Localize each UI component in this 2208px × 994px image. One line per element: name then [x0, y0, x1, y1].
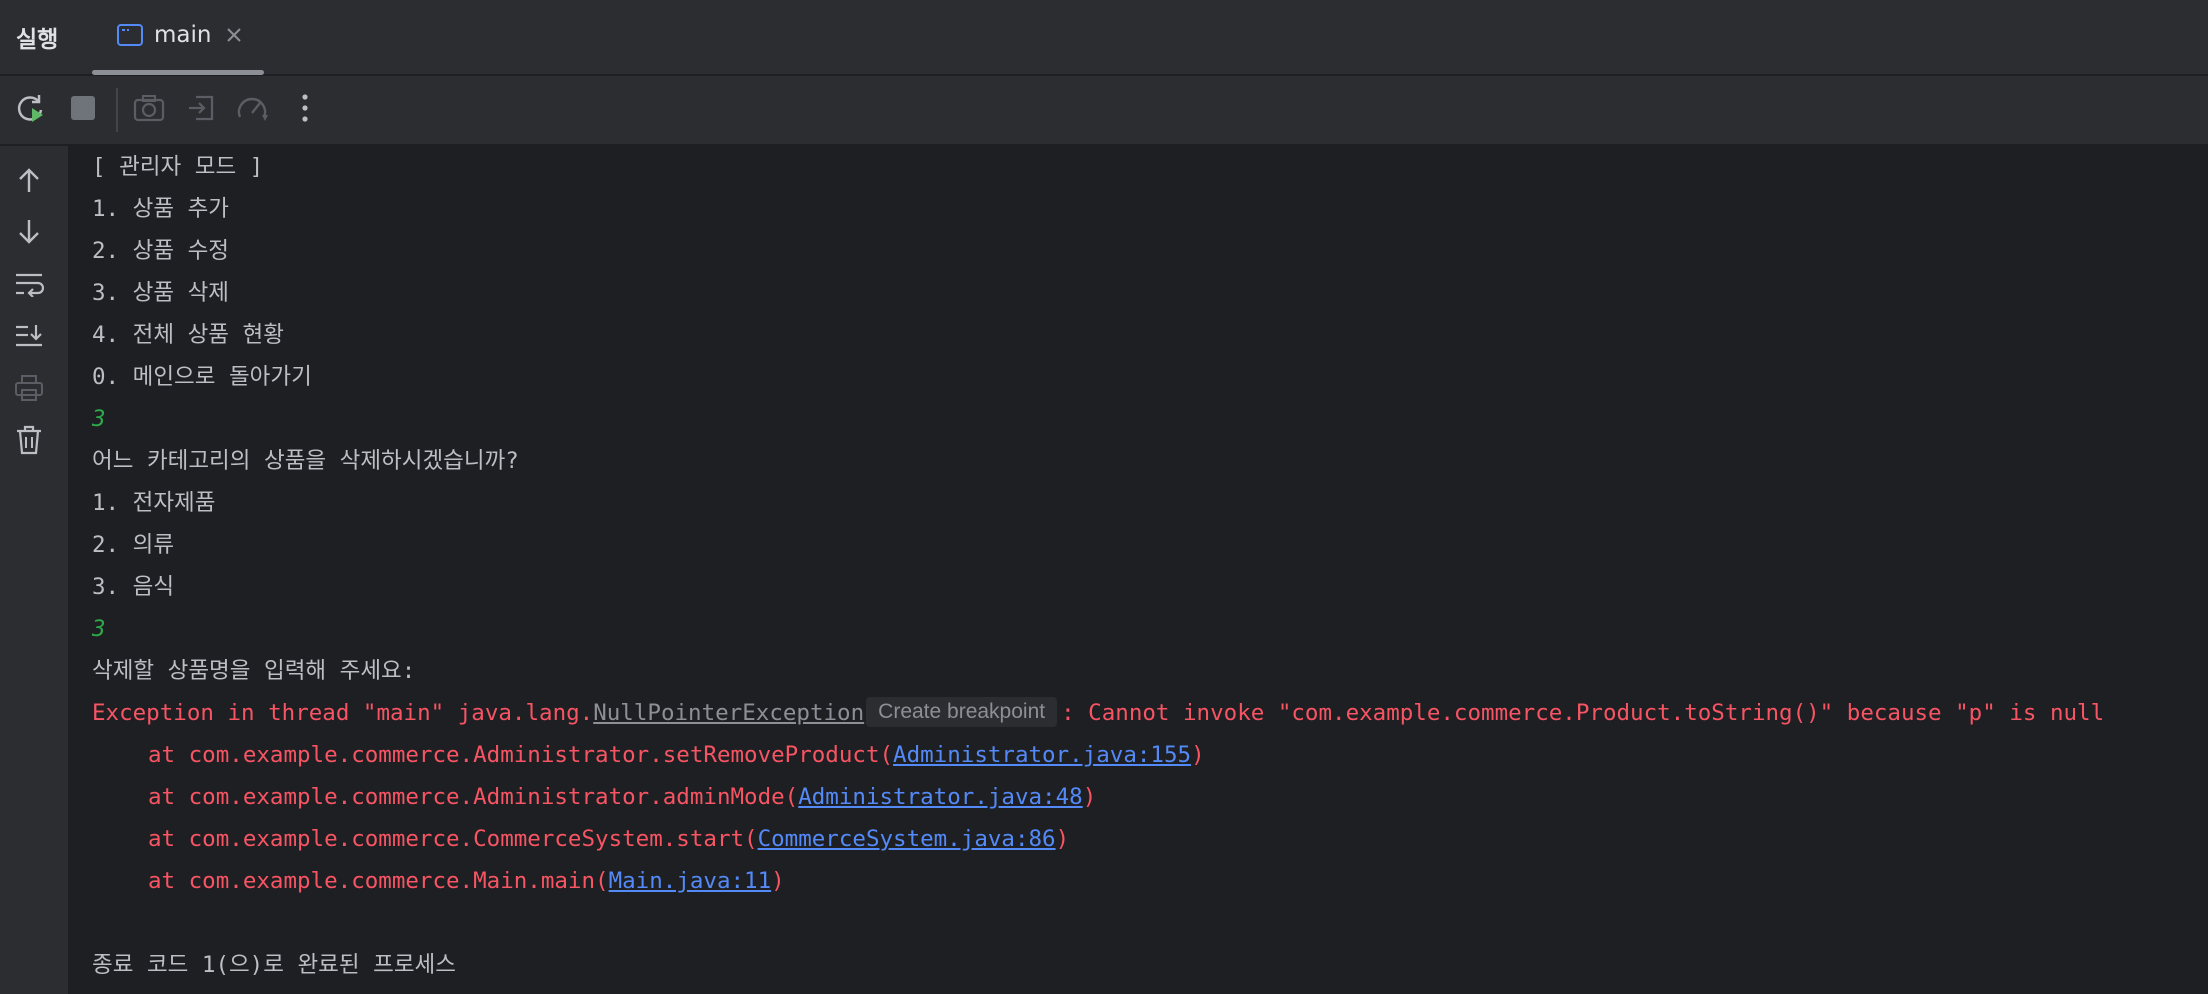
stack-frame-close: ) [1191, 742, 1205, 768]
arrow-down-icon [16, 218, 42, 251]
stack-frame-text: at com.example.commerce.Administrator.se… [148, 742, 894, 768]
scroll-to-end-icon [14, 323, 44, 354]
print-icon [14, 374, 44, 407]
arrow-up-icon [16, 166, 42, 199]
toolbar-separator [116, 88, 118, 132]
profiler-icon [236, 93, 270, 128]
stack-frame-text: at com.example.commerce.Main.main( [148, 868, 609, 894]
scroll-to-end-button[interactable] [11, 320, 47, 356]
run-toolbar [0, 76, 2208, 146]
menu-item: 3. 상품 삭제 [92, 280, 229, 306]
category-item: 2. 의류 [92, 532, 175, 558]
console-output[interactable]: [ 관리자 모드 ] 1. 상품 추가 2. 상품 수정 3. 상품 삭제 4.… [70, 146, 2208, 994]
profiler-button[interactable] [234, 91, 272, 129]
console-sidebar [0, 146, 70, 994]
dump-threads-button[interactable] [130, 91, 168, 129]
exception-line: Exception in thread "main" java.lang.Nul… [92, 692, 2104, 734]
stop-button[interactable] [64, 91, 102, 129]
stack-frame-link[interactable]: Administrator.java:48 [798, 784, 1082, 810]
tab-main[interactable]: main [92, 0, 264, 75]
stack-frame: at com.example.commerce.Administrator.se… [148, 734, 1205, 776]
exception-prefix: Exception in thread "main" java.lang. [92, 700, 594, 726]
user-input: 3 [92, 616, 106, 642]
name-prompt: 삭제할 상품명을 입력해 주세요: [92, 658, 416, 684]
rerun-button[interactable] [12, 91, 50, 129]
exception-class-link[interactable]: NullPointerException [593, 700, 864, 726]
category-prompt: 어느 카테고리의 상품을 삭제하시겠습니까? [92, 448, 519, 474]
rerun-icon [15, 92, 47, 129]
restore-layout-icon [186, 93, 216, 128]
exit-message: 종료 코드 1(으)로 완료된 프로세스 [92, 952, 456, 978]
stack-frame: at com.example.commerce.CommerceSystem.s… [148, 818, 1069, 860]
tab-label: main [154, 22, 212, 48]
stack-frame-link[interactable]: Main.java:11 [609, 868, 772, 894]
trash-icon [15, 425, 43, 460]
close-icon[interactable] [225, 26, 243, 49]
stack-frame-text: at com.example.commerce.Administrator.ad… [148, 784, 799, 810]
clear-all-button[interactable] [11, 424, 47, 460]
stack-frame: at com.example.commerce.Administrator.ad… [148, 776, 1096, 818]
stack-frame-link[interactable]: CommerceSystem.java:86 [758, 826, 1056, 852]
soft-wrap-button[interactable] [11, 268, 47, 304]
stop-icon [70, 95, 96, 126]
stack-frame-close: ) [771, 868, 785, 894]
user-input: 3 [92, 406, 106, 432]
run-title: 실행 [16, 27, 59, 53]
up-stack-trace-button[interactable] [11, 164, 47, 200]
active-tab-indicator [92, 70, 264, 75]
menu-header: [ 관리자 모드 ] [92, 154, 264, 180]
menu-item: 4. 전체 상품 현황 [92, 322, 284, 348]
down-stack-trace-button[interactable] [11, 216, 47, 252]
menu-item: 2. 상품 수정 [92, 238, 229, 264]
stack-frame-link[interactable]: Administrator.java:155 [893, 742, 1191, 768]
category-item: 3. 음식 [92, 574, 175, 600]
stack-frame-close: ) [1082, 784, 1097, 810]
restore-layout-button[interactable] [182, 91, 220, 129]
stack-frame-close: ) [1055, 826, 1070, 852]
more-icon [301, 93, 309, 128]
create-breakpoint-button[interactable]: Create breakpoint [866, 696, 1058, 727]
print-button[interactable] [11, 372, 47, 408]
category-item: 1. 전자제품 [92, 490, 216, 516]
stack-frame-text: at com.example.commerce.CommerceSystem.s… [148, 826, 758, 852]
run-tool-window-header: 실행 main [0, 0, 2208, 76]
console-icon [117, 24, 143, 51]
menu-item: 1. 상품 추가 [92, 196, 229, 222]
stack-frame: at com.example.commerce.Main.main(Main.j… [148, 860, 785, 902]
soft-wrap-icon [14, 271, 45, 302]
more-options-button[interactable] [286, 91, 324, 129]
exception-message: : Cannot invoke "com.example.commerce.Pr… [1061, 700, 2105, 726]
camera-icon [133, 94, 165, 127]
menu-item: 0. 메인으로 돌아가기 [92, 364, 312, 390]
